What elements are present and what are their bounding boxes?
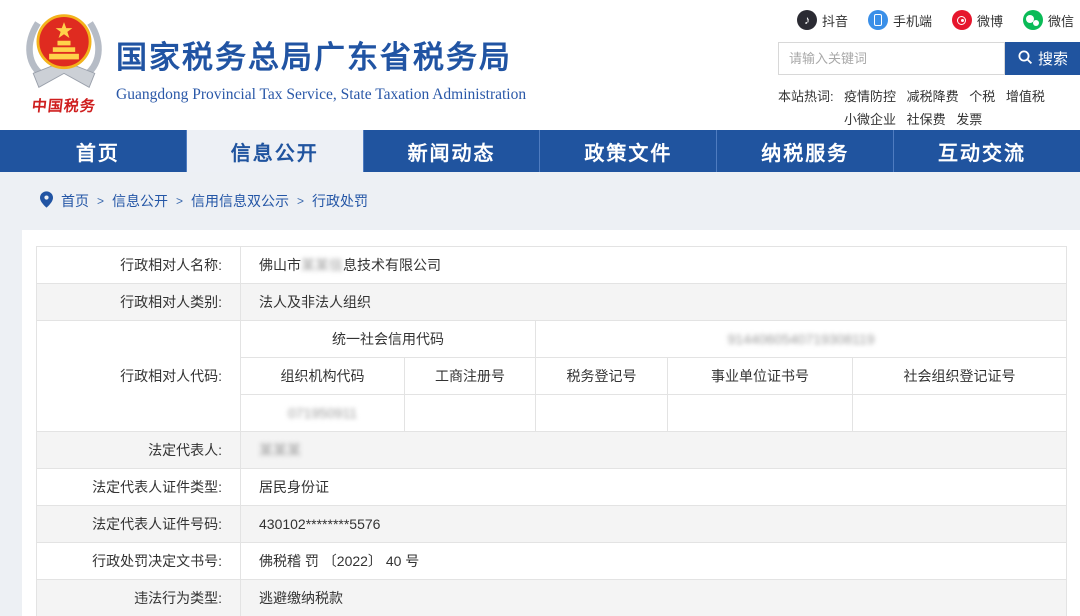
wechat-link[interactable]: 微信: [1023, 10, 1074, 30]
nav-item-news[interactable]: 新闻动态: [363, 130, 540, 172]
mobile-label: 手机端: [893, 11, 932, 30]
company-name-prefix: 佛山市: [259, 257, 301, 273]
nav-item-interaction[interactable]: 互动交流: [893, 130, 1070, 172]
code-column-header: 社会组织登记证号: [853, 358, 1067, 395]
company-name-value: 佛山市某某信息技术有限公司: [241, 247, 1067, 284]
id-type-value: 居民身份证: [241, 469, 1067, 506]
legal-rep-value: 某某某: [241, 432, 1067, 469]
breadcrumb-admin-penalty[interactable]: 行政处罚: [312, 191, 368, 211]
breadcrumb-separator: >: [176, 194, 183, 208]
code-column-header: 事业单位证书号: [668, 358, 853, 395]
weibo-icon: [952, 10, 972, 30]
empty-cell: [668, 395, 853, 432]
logo-caption: 中国税务: [15, 95, 113, 116]
weibo-label: 微博: [977, 11, 1003, 30]
table-row-doc-number: 行政处罚决定文书号: 佛税稽 罚 〔2022〕 40 号: [37, 543, 1067, 580]
row-label: 行政处罚决定文书号:: [37, 543, 241, 580]
site-header: 中国税务 国家税务总局广东省税务局 Guangdong Provincial T…: [0, 0, 1080, 130]
mobile-icon: [868, 10, 888, 30]
hot-word-link[interactable]: 增值税: [1006, 89, 1045, 104]
table-row-violation-type: 违法行为类型: 逃避缴纳税款: [37, 580, 1067, 616]
douyin-icon: ♪: [797, 10, 817, 30]
org-code-value: 071950911: [241, 395, 405, 432]
search-input[interactable]: [778, 42, 1005, 75]
page-subtitle: Guangdong Provincial Tax Service, State …: [116, 86, 526, 104]
nav-item-tax-service[interactable]: 纳税服务: [716, 130, 893, 172]
main-nav: 首页 信息公开 新闻动态 政策文件 纳税服务 互动交流: [0, 130, 1080, 172]
row-label: 行政相对人名称:: [37, 247, 241, 284]
hot-word-link[interactable]: 个税: [969, 89, 995, 104]
empty-cell: [536, 395, 668, 432]
location-pin-icon: [40, 191, 53, 211]
search-button-label: 搜索: [1038, 48, 1068, 69]
wechat-label: 微信: [1048, 11, 1074, 30]
content-panel: 行政相对人名称: 佛山市某某信息技术有限公司 行政相对人类别: 法人及非法人组织…: [22, 230, 1080, 616]
company-name-masked: 某某信: [301, 257, 343, 273]
search-button[interactable]: 搜索: [1005, 42, 1080, 75]
uscc-label: 统一社会信用代码: [241, 321, 536, 358]
legal-rep-masked: 某某某: [259, 442, 301, 458]
nav-item-info-disclosure[interactable]: 信息公开: [186, 130, 363, 172]
row-label: 违法行为类型:: [37, 580, 241, 616]
breadcrumb: 首页 > 信息公开 > 信用信息双公示 > 行政处罚: [40, 191, 368, 211]
row-label: 法定代表人证件类型:: [37, 469, 241, 506]
empty-cell: [853, 395, 1067, 432]
doc-number-value: 佛税稽 罚 〔2022〕 40 号: [241, 543, 1067, 580]
breadcrumb-info-disclosure[interactable]: 信息公开: [112, 191, 168, 211]
uscc-value-masked: 9144060540719308119: [728, 331, 875, 347]
row-label: 行政相对人类别:: [37, 284, 241, 321]
hot-words-label: 本站热词:: [778, 86, 834, 109]
hot-word-link[interactable]: 小微企业: [844, 112, 896, 127]
category-value: 法人及非法人组织: [241, 284, 1067, 321]
wechat-icon: [1023, 10, 1043, 30]
nav-item-home[interactable]: 首页: [10, 130, 186, 172]
table-row-id-number: 法定代表人证件号码: 430102********5576: [37, 506, 1067, 543]
code-column-header: 组织机构代码: [241, 358, 405, 395]
douyin-link[interactable]: ♪ 抖音: [797, 10, 848, 30]
mobile-link[interactable]: 手机端: [868, 10, 932, 30]
company-name-suffix: 息技术有限公司: [343, 257, 441, 273]
breadcrumb-credit-disclosure[interactable]: 信用信息双公示: [191, 191, 289, 211]
page-title: 国家税务总局广东省税务局: [116, 32, 526, 77]
table-row-category: 行政相对人类别: 法人及非法人组织: [37, 284, 1067, 321]
row-label: 行政相对人代码:: [37, 321, 241, 432]
nav-item-policy[interactable]: 政策文件: [539, 130, 716, 172]
uscc-value: 9144060540719308119: [536, 321, 1067, 358]
search-bar: 搜索: [778, 42, 1080, 75]
id-number-value: 430102********5576: [241, 506, 1067, 543]
org-code-masked: 071950911: [288, 405, 357, 421]
hot-word-link[interactable]: 疫情防控: [844, 89, 896, 104]
site-logo[interactable]: 中国税务: [16, 10, 112, 116]
social-links: ♪ 抖音 手机端 微博 微信: [797, 10, 1074, 30]
empty-cell: [405, 395, 536, 432]
title-block: 国家税务总局广东省税务局 Guangdong Provincial Tax Se…: [116, 32, 526, 104]
table-row-legal-rep: 法定代表人: 某某某: [37, 432, 1067, 469]
table-row-id-type: 法定代表人证件类型: 居民身份证: [37, 469, 1067, 506]
code-column-header: 税务登记号: [536, 358, 668, 395]
code-column-header: 工商注册号: [405, 358, 536, 395]
search-icon: [1017, 49, 1033, 69]
table-row-name: 行政相对人名称: 佛山市某某信息技术有限公司: [37, 247, 1067, 284]
douyin-label: 抖音: [822, 11, 848, 30]
weibo-link[interactable]: 微博: [952, 10, 1003, 30]
hot-word-link[interactable]: 社保费: [907, 112, 946, 127]
breadcrumb-band: 首页 > 信息公开 > 信用信息双公示 > 行政处罚: [0, 172, 1080, 230]
violation-type-value: 逃避缴纳税款: [241, 580, 1067, 616]
row-label: 法定代表人:: [37, 432, 241, 469]
hot-word-link[interactable]: 减税降费: [907, 89, 959, 104]
penalty-detail-table: 行政相对人名称: 佛山市某某信息技术有限公司 行政相对人类别: 法人及非法人组织…: [36, 246, 1067, 616]
breadcrumb-separator: >: [297, 194, 304, 208]
hot-word-link[interactable]: 发票: [956, 112, 982, 127]
hot-words: 本站热词: 疫情防控 减税降费 个税 增值税 小微企业 社保费 发票: [778, 86, 1078, 132]
table-row-uscc: 行政相对人代码: 统一社会信用代码 9144060540719308119: [37, 321, 1067, 358]
breadcrumb-home[interactable]: 首页: [61, 191, 89, 211]
breadcrumb-separator: >: [97, 194, 104, 208]
row-label: 法定代表人证件号码:: [37, 506, 241, 543]
tax-emblem-icon: [17, 79, 111, 96]
